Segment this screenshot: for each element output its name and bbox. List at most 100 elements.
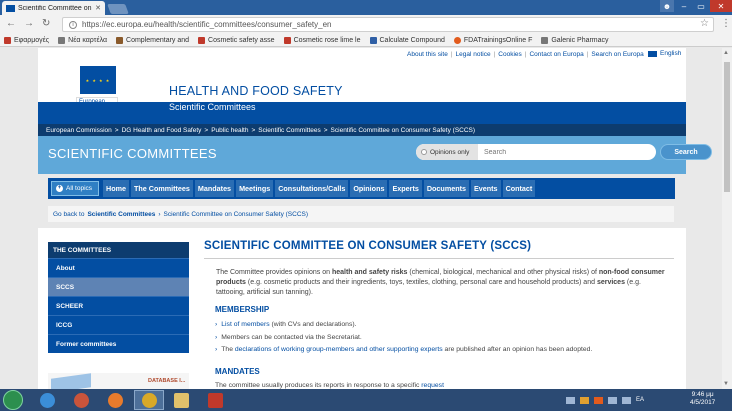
top-link-search[interactable]: Search on Europa	[591, 51, 643, 58]
language-indicator[interactable]: EA	[636, 397, 644, 403]
close-tab-icon[interactable]: ✕	[95, 4, 101, 12]
nav-item-contact[interactable]: Contact	[502, 180, 536, 197]
close-window-button[interactable]: ✕	[710, 0, 732, 12]
bookmark-item[interactable]: Calculate Compound	[369, 36, 445, 44]
user-profile-icon[interactable]: ☻	[660, 0, 674, 12]
go-back-prefix: Go back to	[53, 210, 85, 218]
bookmark-item[interactable]: Cosmetic safety asse	[198, 36, 275, 44]
clock[interactable]: 9:46 μμ 4/5/2017	[690, 391, 715, 407]
page-scrollbar[interactable]: ▲ ▼	[722, 48, 732, 389]
breadcrumb-item[interactable]: DG Health and Food Safety	[122, 127, 202, 134]
search-button[interactable]: Search	[660, 144, 712, 160]
declarations-link[interactable]: declarations of working group-members an…	[235, 346, 443, 353]
network-icon[interactable]	[608, 396, 617, 404]
forward-icon[interactable]: →	[24, 18, 34, 30]
scroll-down-icon[interactable]: ▼	[723, 381, 729, 387]
top-link-about[interactable]: About this site	[407, 51, 448, 58]
keyboard-icon[interactable]	[566, 396, 575, 404]
breadcrumb-item[interactable]: Public health	[211, 127, 248, 134]
chrome-logo-icon	[141, 392, 157, 408]
top-link-contact[interactable]: Contact on Europa	[529, 51, 583, 58]
nav-item-experts[interactable]: Experts	[389, 180, 422, 197]
language-selector[interactable]: English	[648, 50, 681, 57]
section-banner: SCIENTIFIC COMMITTEES Opinions only Sear…	[38, 136, 712, 174]
page-icon	[541, 36, 549, 44]
sidebar-item-sccs[interactable]: SCCS	[48, 277, 189, 296]
menu-icon[interactable]: ⋮	[721, 18, 731, 29]
nav-item-opinions[interactable]: Opinions	[350, 180, 388, 197]
membership-list: › List of members (with CVs and declarati…	[215, 319, 665, 357]
ie-icon[interactable]	[32, 390, 62, 410]
chrome-icon[interactable]	[134, 390, 164, 410]
separator: |	[524, 51, 527, 58]
list-of-members-link[interactable]: List of members	[221, 321, 269, 328]
go-back-parent-link[interactable]: Scientific Committees	[87, 211, 155, 218]
nav-item-home[interactable]: Home	[103, 180, 129, 197]
scroll-up-icon[interactable]: ▲	[723, 50, 729, 56]
sidebar-item-iccg[interactable]: ICCG	[48, 315, 189, 334]
language-icon	[648, 50, 657, 57]
all-topics-button[interactable]: + All topics	[51, 181, 99, 196]
bookmark-item[interactable]: FDATrainingsOnline F	[453, 36, 532, 44]
bookmark-item[interactable]: Complementary and	[116, 36, 189, 44]
request-link[interactable]: request	[421, 382, 444, 389]
firefox-logo-icon	[107, 392, 123, 408]
divider	[204, 258, 674, 259]
bookmark-item[interactable]: Cosmetic rose lime le	[283, 36, 361, 44]
banner-graphic	[51, 373, 91, 389]
bullet-icon: ›	[215, 321, 218, 328]
sidebar-item-scheer[interactable]: SCHEER	[48, 296, 189, 315]
new-tab-button[interactable]	[107, 4, 129, 14]
breadcrumb-item[interactable]: European Commission	[46, 127, 112, 134]
bullet-icon: ›	[215, 346, 218, 353]
bookmark-icon	[369, 36, 377, 44]
go-back-current[interactable]: Scientific Committee on Consumer Safety …	[164, 211, 309, 218]
nav-item-committees[interactable]: The Committees	[130, 180, 193, 197]
nav-item-meetings[interactable]: Meetings	[236, 180, 274, 197]
pdf-icon[interactable]	[200, 390, 230, 410]
breadcrumb-separator: >	[114, 126, 119, 134]
opinions-only-toggle[interactable]: Opinions only	[416, 144, 478, 160]
reload-icon[interactable]: ↻	[42, 18, 50, 30]
browser-tab[interactable]: Scientific Committee on ✕	[2, 1, 105, 15]
top-link-legal[interactable]: Legal notice	[456, 51, 491, 58]
pdf-logo-icon	[207, 392, 223, 408]
bookmark-item[interactable]: Εφαρμογές	[4, 36, 49, 44]
tray-icon[interactable]	[594, 396, 603, 404]
back-icon[interactable]: ←	[6, 18, 16, 30]
bookmark-item[interactable]: Galenic Pharmacy	[541, 36, 609, 44]
volume-icon[interactable]	[622, 396, 631, 404]
minimize-button[interactable]: –	[676, 0, 692, 12]
windows-taskbar: EA 9:46 μμ 4/5/2017	[0, 389, 732, 411]
top-link-cookies[interactable]: Cookies	[498, 51, 521, 58]
breadcrumb-item[interactable]: Scientific Committees	[258, 127, 321, 134]
search-input[interactable]	[478, 148, 648, 156]
bookmark-item[interactable]: Νέα καρτέλα	[58, 36, 107, 44]
membership-heading: MEMBERSHIP	[215, 305, 270, 314]
address-bar[interactable]: i https://ec.europa.eu/health/scientific…	[62, 17, 714, 32]
intro-text: (chemical, biological, mechanical and ot…	[407, 269, 599, 276]
radio-icon[interactable]	[421, 149, 427, 155]
intro-text: The Committee provides opinions on	[216, 269, 332, 276]
database-banner[interactable]: DATABASE I...	[48, 373, 189, 389]
nav-item-mandates[interactable]: Mandates	[194, 180, 235, 197]
info-icon[interactable]: i	[69, 20, 77, 29]
explorer-icon[interactable]	[166, 390, 196, 410]
ie-logo-icon	[39, 392, 55, 408]
system-tray: EA	[566, 389, 644, 411]
sidebar-item-about[interactable]: About	[48, 258, 189, 277]
sidebar-item-former[interactable]: Former committees	[48, 334, 189, 353]
tray-icon[interactable]	[580, 396, 589, 404]
nav-item-events[interactable]: Events	[470, 180, 501, 197]
top-links: About this site | Legal notice | Cookies | …	[407, 51, 644, 58]
app-icon[interactable]	[66, 390, 96, 410]
nav-item-documents[interactable]: Documents	[423, 180, 469, 197]
bookmark-star-icon[interactable]: ☆	[700, 18, 709, 29]
bullet-text: are published after an opinion has been …	[442, 346, 593, 353]
scroll-thumb[interactable]	[724, 62, 730, 192]
maximize-button[interactable]: ▭	[693, 0, 709, 12]
firefox-icon[interactable]	[100, 390, 130, 410]
nav-item-consultations[interactable]: Consultations/Calls	[275, 180, 349, 197]
mandates-text: The committee usually produces its repor…	[215, 382, 444, 389]
start-button[interactable]	[3, 390, 23, 410]
